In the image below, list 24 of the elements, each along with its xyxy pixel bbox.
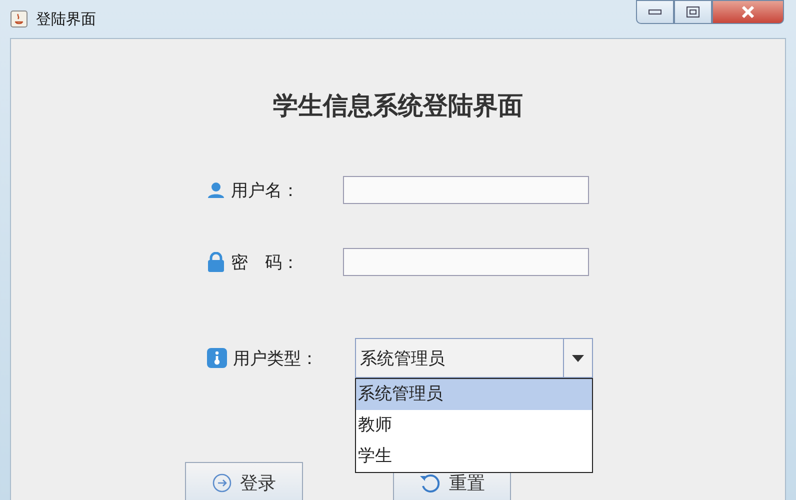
- password-field[interactable]: [343, 248, 589, 276]
- username-field[interactable]: [343, 176, 589, 204]
- form-heading: 学生信息系统登陆界面: [273, 90, 523, 122]
- user-icon: [207, 181, 225, 199]
- maximize-button[interactable]: [674, 0, 712, 24]
- info-icon: [207, 348, 227, 368]
- login-button[interactable]: 登录: [185, 462, 303, 500]
- field-label: 密 码：: [231, 252, 299, 274]
- close-icon: [741, 6, 755, 18]
- field-label: 用户类型：: [233, 348, 318, 370]
- app-icon: [10, 10, 28, 28]
- dropdown-option[interactable]: 教师: [356, 410, 592, 441]
- dropdown-option[interactable]: 系统管理员: [356, 379, 592, 410]
- field-label: 用户名：: [231, 180, 299, 202]
- refresh-icon: [419, 472, 441, 494]
- lock-icon: [207, 252, 225, 272]
- minimize-icon: [648, 9, 662, 15]
- close-button[interactable]: [712, 0, 784, 24]
- minimize-button[interactable]: [636, 0, 674, 24]
- caret-icon: [572, 354, 584, 362]
- dropdown-option[interactable]: 学生: [356, 441, 592, 472]
- maximize-icon: [686, 6, 700, 18]
- arrow-circle-icon: [212, 473, 232, 493]
- window-title: 登陆界面: [36, 10, 96, 28]
